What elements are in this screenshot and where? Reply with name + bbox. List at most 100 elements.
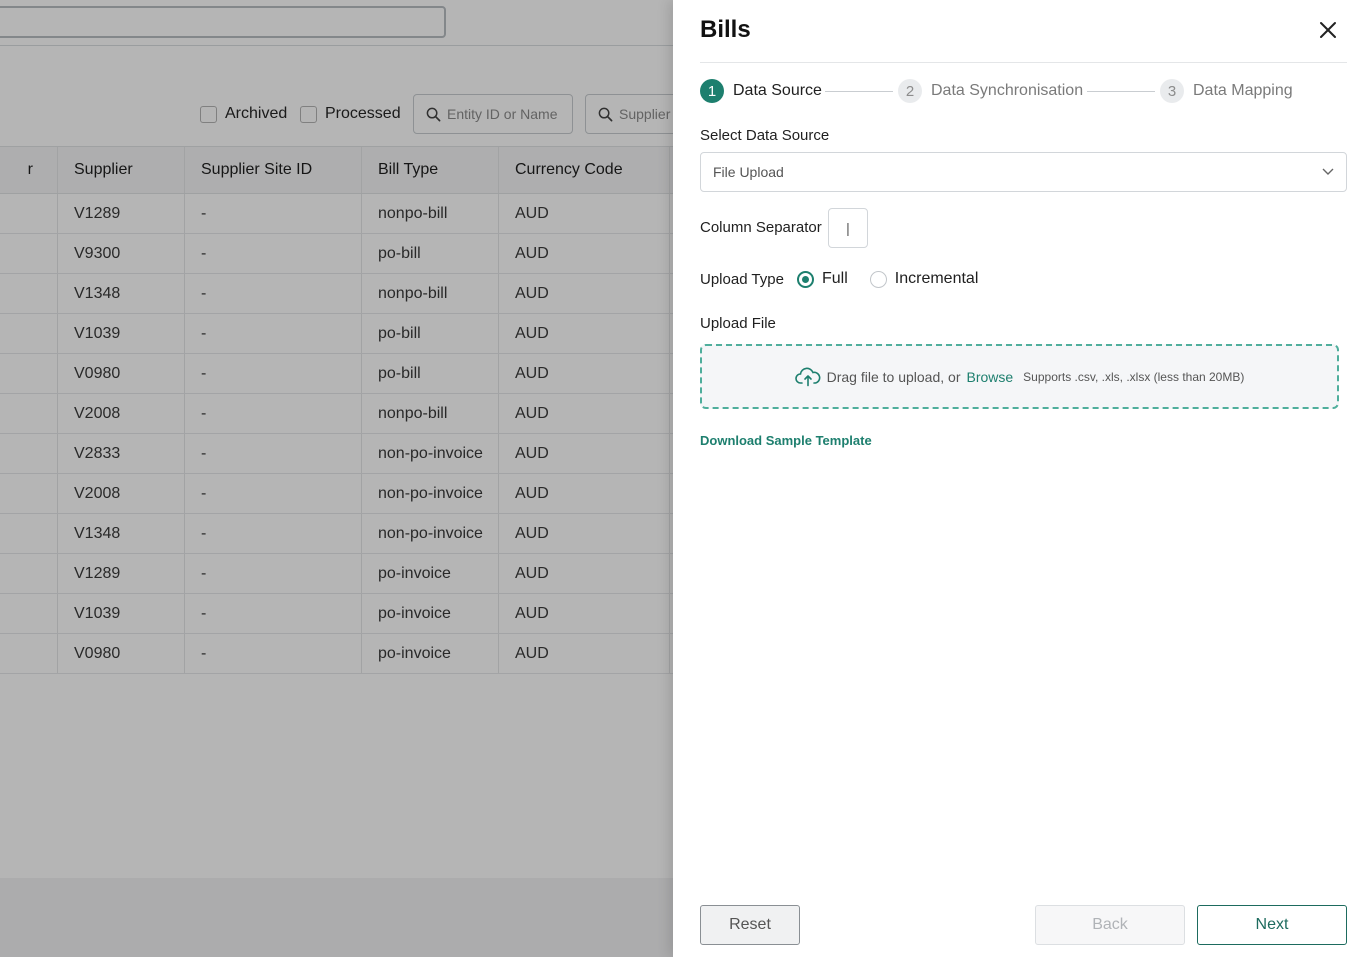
table-cell: AUD [499, 274, 670, 313]
table-cell: V2008 [58, 474, 185, 513]
table-cell: AUD [499, 634, 670, 673]
table-cell: - [185, 194, 362, 233]
table-row[interactable]: V0980- po-invoice AUD [0, 634, 673, 674]
upload-file-label: Upload File [700, 315, 776, 332]
archived-checkbox[interactable]: Archived [200, 105, 287, 123]
table-row[interactable]: V0980- po-bill AUD [0, 354, 673, 394]
table-cell: - [185, 314, 362, 353]
search-icon [598, 107, 613, 121]
data-source-select[interactable]: File Upload [700, 152, 1347, 192]
column-separator-label: Column Separator [700, 219, 822, 236]
table-cell [0, 274, 58, 313]
table-cell: non-po-invoice [362, 474, 499, 513]
file-dropzone[interactable]: Drag file to upload, or Browse Supports … [700, 344, 1339, 409]
download-sample-template-link[interactable]: Download Sample Template [700, 433, 872, 448]
table-cell: - [185, 474, 362, 513]
table-cell: - [185, 514, 362, 553]
close-button[interactable] [1316, 18, 1340, 42]
background-app: Archived Processed Entity ID or Name Sup… [0, 0, 673, 957]
global-search-input[interactable] [0, 6, 446, 38]
table-row[interactable]: V2008- nonpo-bill AUD [0, 394, 673, 434]
step-data-source[interactable]: 1 Data Source [700, 79, 822, 103]
table-cell: po-bill [362, 354, 499, 393]
column-header-bill-type[interactable]: Bill Type [362, 147, 499, 193]
step-connector [1087, 91, 1155, 92]
bills-table: r Supplier Supplier Site ID Bill Type Cu… [0, 146, 673, 674]
chevron-down-icon [1322, 168, 1334, 175]
supplier-search-placeholder: Supplier [619, 106, 671, 122]
table-cell: AUD [499, 394, 670, 433]
close-icon [1320, 22, 1336, 38]
table-cell: - [185, 434, 362, 473]
dropzone-hint: Supports .csv, .xls, .xlsx (less than 20… [1023, 369, 1245, 384]
column-header-currency-code[interactable]: Currency Code [499, 147, 670, 193]
step-number: 2 [898, 79, 922, 103]
table-cell: AUD [499, 554, 670, 593]
reset-button[interactable]: Reset [700, 905, 800, 945]
table-cell: V0980 [58, 634, 185, 673]
table-row[interactable]: V2008- non-po-invoice AUD [0, 474, 673, 514]
entity-search-input[interactable]: Entity ID or Name [413, 94, 573, 134]
table-row[interactable]: V1348- nonpo-bill AUD [0, 274, 673, 314]
next-button[interactable]: Next [1197, 905, 1347, 945]
column-header-supplier[interactable]: Supplier [58, 147, 185, 193]
table-row[interactable]: V1039- po-bill AUD [0, 314, 673, 354]
column-header-supplier-site-id[interactable]: Supplier Site ID [185, 147, 362, 193]
table-cell: nonpo-bill [362, 274, 499, 313]
table-body: V1289- nonpo-bill AUD V9300- po-bill AUD V1348… [0, 194, 673, 674]
select-data-source-label: Select Data Source [700, 127, 830, 144]
browse-link[interactable]: Browse [966, 369, 1013, 385]
bills-drawer: Bills 1 Data Source 2 Data Synchronisati… [673, 0, 1370, 957]
back-button[interactable]: Back [1035, 905, 1185, 945]
entity-search-placeholder: Entity ID or Name [447, 106, 558, 122]
table-header: r Supplier Supplier Site ID Bill Type Cu… [0, 146, 673, 194]
table-cell: non-po-invoice [362, 514, 499, 553]
table-cell: V0980 [58, 354, 185, 393]
column-separator-input[interactable]: | [828, 208, 868, 248]
title-divider [700, 62, 1347, 63]
topbar-divider [0, 45, 673, 46]
step-number: 1 [700, 79, 724, 103]
table-row[interactable]: V9300- po-bill AUD [0, 234, 673, 274]
step-data-mapping[interactable]: 3 Data Mapping [1160, 79, 1293, 103]
table-cell: AUD [499, 434, 670, 473]
radio-full[interactable] [797, 270, 814, 288]
checkbox-box[interactable] [300, 105, 317, 123]
supplier-search-input[interactable]: Supplier [585, 94, 673, 134]
table-cell: - [185, 354, 362, 393]
table-cell: V9300 [58, 234, 185, 273]
radio-full-label[interactable]: Full [822, 270, 848, 288]
table-cell: V1348 [58, 514, 185, 553]
data-source-value: File Upload [713, 164, 784, 180]
step-label: Data Source [733, 82, 822, 99]
table-row[interactable]: V1289- nonpo-bill AUD [0, 194, 673, 234]
radio-incremental-label[interactable]: Incremental [895, 270, 979, 288]
table-cell: po-bill [362, 234, 499, 273]
table-cell: - [185, 594, 362, 633]
cloud-upload-icon [794, 367, 821, 386]
upload-type-radio-group: Full Incremental [797, 270, 978, 288]
table-cell [0, 394, 58, 433]
table-cell: V1039 [58, 594, 185, 633]
processed-checkbox[interactable]: Processed [300, 105, 401, 123]
table-cell [0, 194, 58, 233]
table-cell: V1348 [58, 274, 185, 313]
table-cell: V1289 [58, 554, 185, 593]
processed-label: Processed [325, 105, 401, 122]
table-cell [0, 234, 58, 273]
column-separator-value: | [846, 220, 850, 236]
table-row[interactable]: V1039- po-invoice AUD [0, 594, 673, 634]
table-cell: AUD [499, 194, 670, 233]
column-header[interactable]: r [0, 147, 58, 193]
table-cell: AUD [499, 314, 670, 353]
checkbox-box[interactable] [200, 105, 217, 123]
table-cell [0, 314, 58, 353]
radio-incremental[interactable] [869, 270, 887, 288]
upload-type-label: Upload Type [700, 271, 784, 288]
table-row[interactable]: V1348- non-po-invoice AUD [0, 514, 673, 554]
table-row[interactable]: V1289- po-invoice AUD [0, 554, 673, 594]
step-data-synchronisation[interactable]: 2 Data Synchronisation [898, 79, 1083, 103]
step-connector [825, 91, 893, 92]
table-cell: nonpo-bill [362, 394, 499, 433]
table-row[interactable]: V2833- non-po-invoice AUD [0, 434, 673, 474]
